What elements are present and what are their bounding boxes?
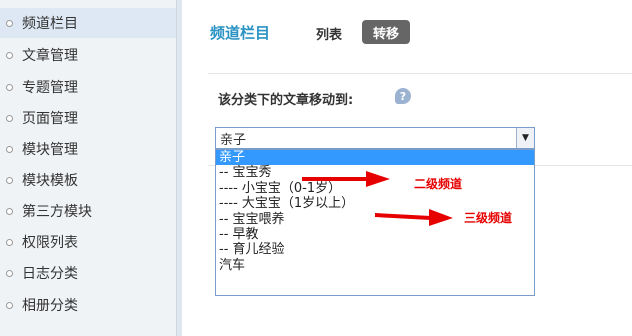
sidebar-item-module-templates[interactable]: 模块模板 (0, 165, 176, 195)
option-item[interactable]: 亲子 (216, 150, 534, 166)
annotation-level3: 三级频道 (464, 211, 513, 225)
sidebar-item-topics[interactable]: 专题管理 (0, 72, 176, 102)
page-title: 频道栏目 (210, 24, 271, 42)
sidebar-item-label: 专题管理 (22, 80, 78, 96)
bullet-icon (6, 238, 13, 246)
tab-list[interactable]: 列表 (316, 24, 342, 43)
divider (208, 73, 632, 74)
bullet-icon (6, 301, 13, 309)
sidebar-item-articles[interactable]: 文章管理 (0, 40, 176, 70)
target-category-select[interactable]: 亲子 ▼ (215, 127, 535, 149)
tab-move[interactable]: 转移 (362, 20, 410, 44)
help-icon[interactable]: ? (395, 88, 411, 104)
sidebar-item-third-party[interactable]: 第三方模块 (0, 196, 176, 226)
arrow-right-icon (375, 209, 453, 226)
sidebar-item-label: 页面管理 (22, 111, 78, 127)
sidebar: 频道栏目 文章管理 专题管理 页面管理 模块管理 模块模板 第三方模块 权限列表… (0, 0, 176, 336)
bullet-icon (6, 145, 13, 153)
select-value: 亲子 (220, 132, 247, 148)
bullet-icon (6, 51, 13, 59)
sidebar-item-label: 频道栏目 (22, 16, 78, 32)
bullet-icon (6, 83, 13, 91)
sidebar-item-channel[interactable]: 频道栏目 (0, 8, 176, 38)
sidebar-item-album-categories[interactable]: 相册分类 (0, 290, 176, 320)
sidebar-item-label: 文章管理 (22, 48, 78, 64)
option-item[interactable]: -- 早教 (216, 227, 534, 242)
sidebar-item-label: 相册分类 (22, 298, 78, 314)
sidebar-item-log-categories[interactable]: 日志分类 (0, 258, 176, 288)
chevron-down-icon[interactable]: ▼ (516, 128, 534, 148)
sidebar-item-label: 权限列表 (22, 235, 78, 251)
sidebar-item-permissions[interactable]: 权限列表 (0, 227, 176, 257)
sidebar-item-label: 日志分类 (22, 266, 78, 282)
sidebar-item-label: 模块管理 (22, 142, 78, 158)
arrow-right-icon (302, 171, 390, 187)
bullet-icon (6, 176, 13, 184)
main-panel: 频道栏目 列表 转移 该分类下的文章移动到: ? 亲子 ▼ 亲子 -- 宝宝秀 … (182, 0, 632, 336)
sidebar-item-modules[interactable]: 模块管理 (0, 134, 176, 164)
sidebar-item-label: 第三方模块 (22, 204, 92, 220)
bullet-icon (6, 269, 13, 277)
sidebar-item-pages[interactable]: 页面管理 (0, 103, 176, 133)
bullet-icon (6, 207, 13, 215)
option-item[interactable]: 汽车 (216, 258, 534, 273)
sidebar-item-label: 模块模板 (22, 173, 78, 189)
annotation-level2: 二级频道 (414, 177, 463, 191)
bullet-icon (6, 19, 13, 27)
option-item[interactable]: -- 育儿经验 (216, 242, 534, 257)
move-target-label: 该分类下的文章移动到: (218, 93, 354, 108)
bullet-icon (6, 114, 13, 122)
